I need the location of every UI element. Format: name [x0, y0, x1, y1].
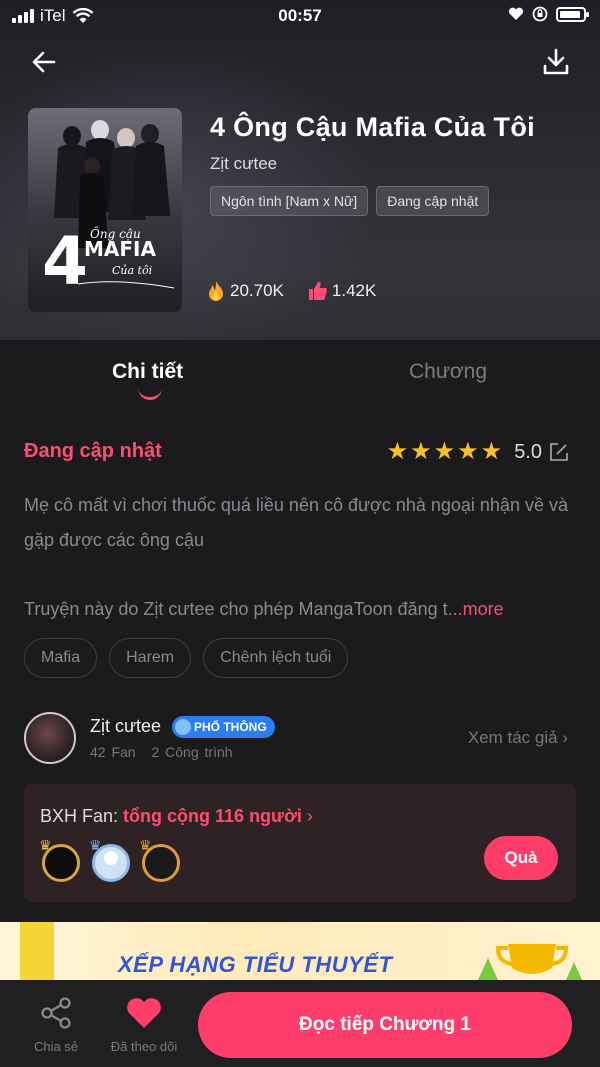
ranking-banner[interactable]: XẾP HẠNG TIỂU THUYẾT	[0, 922, 600, 980]
star-icon: ★	[410, 438, 432, 465]
cover-line2: MAFIA	[84, 237, 156, 261]
battery-icon	[556, 6, 589, 22]
genre-tags: Mafia Harem Chênh lệch tuổi	[24, 638, 349, 678]
banner-stripe	[20, 922, 54, 980]
genre-tag-mafia[interactable]: Mafia	[24, 638, 98, 678]
tag-genre[interactable]: Ngôn tình [Nam x Nữ]	[210, 186, 369, 216]
book-header: iTel 00:57 4 Ông cậu MAFIA Của tôi 4 Ông…	[0, 0, 600, 340]
edit-icon[interactable]	[548, 441, 570, 463]
permission-line: Truyện này do Zịt cưtee cho phép MangaTo…	[24, 592, 569, 627]
status-bar: iTel 00:57	[0, 0, 600, 34]
gift-button[interactable]: Quà	[484, 836, 558, 880]
author-row[interactable]: Zịt cưtee PHỔ THÔNG 42 Fan 2 Công trình …	[24, 712, 576, 766]
view-author-link[interactable]: Xem tác giả ›	[468, 728, 568, 748]
orientation-lock-icon	[532, 6, 548, 22]
author-name: Zịt cưtee	[90, 716, 162, 736]
fan-avatar[interactable]: ♛	[39, 837, 80, 882]
author-fans: 42 Fan	[90, 744, 136, 760]
person-icon	[104, 851, 118, 865]
share-button[interactable]: Chia sẻ	[28, 996, 84, 1056]
fan-ranking-title[interactable]: BXH Fan: tổng cộng 116 người ›	[40, 806, 313, 827]
fan-ranking-label: BXH Fan:	[40, 806, 119, 826]
arrow-left-icon	[32, 51, 56, 73]
cover-number: 4	[42, 223, 88, 300]
chevron-right-icon: ›	[306, 806, 313, 826]
crown-icon: ♛	[89, 837, 102, 853]
genre-tag-age-gap[interactable]: Chênh lệch tuổi	[203, 638, 349, 678]
author-avatar[interactable]	[24, 712, 76, 764]
fan-avatar[interactable]: ♛	[89, 837, 130, 882]
tag-status: Đang cập nhật	[376, 186, 490, 216]
book-author[interactable]: Zịt cưtee	[210, 154, 277, 174]
fan-avatars: ♛ ♛ ♛	[39, 837, 180, 882]
genre-tag-harem[interactable]: Harem	[109, 638, 192, 678]
views-count: 20.70K	[230, 281, 284, 300]
share-icon	[41, 997, 71, 1029]
download-button[interactable]	[538, 44, 574, 80]
download-icon	[543, 48, 569, 75]
bottom-bar: Chia sẻ Đã theo dõi Đọc tiếp Chương 1	[0, 980, 600, 1067]
author-badge: PHỔ THÔNG	[172, 716, 275, 738]
heart-status-icon	[508, 7, 524, 20]
description: Mẹ cô mất vì chơi thuốc quá liều nên cô …	[24, 495, 568, 550]
author-works: 2 Công trình	[151, 744, 233, 760]
tab-chapters[interactable]: Chương	[409, 360, 487, 384]
fan-ranking[interactable]: BXH Fan: tổng cộng 116 người › ♛ ♛ ♛ Quà	[24, 784, 576, 902]
book-tags: Ngôn tình [Nam x Nữ] Đang cập nhật	[210, 186, 490, 216]
book-cover[interactable]: 4 Ông cậu MAFIA Của tôi	[28, 108, 182, 312]
view-author-label: Xem tác giả	[467, 728, 558, 747]
star-icon: ★	[480, 438, 503, 465]
star-icon: ★	[433, 438, 456, 465]
trophy-icon	[478, 944, 582, 980]
status-right	[508, 6, 589, 22]
cover-line3: Của tôi	[112, 264, 152, 277]
update-status: Đang cập nhật	[24, 440, 162, 462]
rating[interactable]: ★ ★ ★ ★ ★ 5.0	[387, 440, 570, 464]
back-button[interactable]	[26, 44, 62, 80]
tab-bar: Chi tiết Chương	[0, 340, 600, 410]
crown-icon: ♛	[39, 837, 52, 853]
rating-value: 5.0	[514, 440, 542, 463]
book-stats: 20.70K 1.42K	[206, 280, 376, 302]
thumbs-up-icon	[308, 282, 327, 300]
tab-active-indicator	[138, 388, 162, 400]
permission-text: Truyện này do Zịt cưtee cho phép MangaTo…	[24, 599, 448, 619]
fan-ranking-total: tổng cộng 116 người	[123, 806, 302, 826]
follow-label: Đã theo dõi	[110, 1039, 178, 1054]
tab-detail[interactable]: Chi tiết	[112, 360, 183, 384]
fire-icon	[209, 281, 223, 301]
likes-count: 1.42K	[331, 281, 377, 300]
share-label: Chia sẻ	[33, 1039, 79, 1054]
star-icon: ★	[386, 438, 409, 465]
views-stat: 20.70K	[206, 280, 284, 302]
more-link[interactable]: ...more	[448, 599, 504, 619]
banner-text: XẾP HẠNG TIỂU THUYẾT	[118, 952, 393, 977]
follow-button[interactable]: Đã theo dõi	[104, 996, 184, 1056]
book-title: 4 Ông Cậu Mafia Của Tôi	[210, 112, 535, 142]
cover-art: 4 Ông cậu MAFIA Của tôi	[28, 108, 182, 312]
crown-icon: ♛	[139, 837, 152, 853]
chevron-right-icon: ›	[562, 728, 568, 747]
author-meta: 42 Fan 2 Công trình	[90, 744, 233, 760]
star-icon: ★	[457, 438, 479, 465]
fan-avatar[interactable]: ♛	[139, 837, 180, 882]
heart-icon	[127, 998, 161, 1028]
likes-stat: 1.42K	[308, 280, 376, 302]
continue-reading-button[interactable]: Đọc tiếp Chương 1	[198, 992, 572, 1058]
